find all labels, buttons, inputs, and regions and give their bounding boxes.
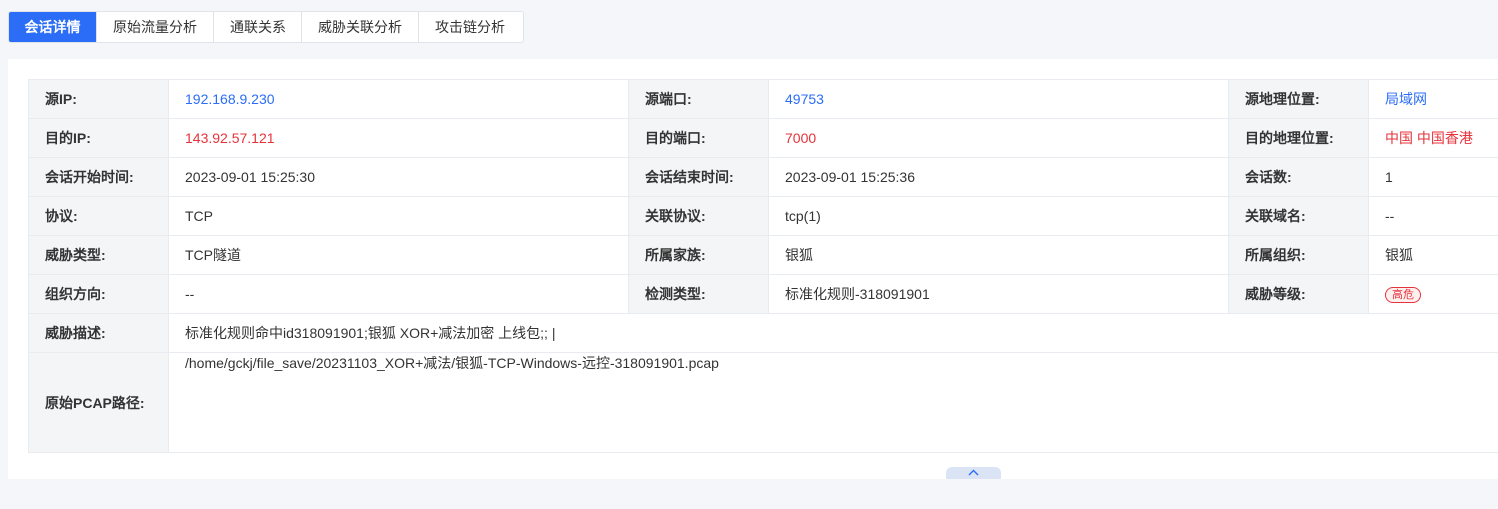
dst-port-value[interactable]: 7000	[768, 118, 1229, 158]
related-protocol-value: tcp(1)	[768, 196, 1229, 236]
organization-label: 所属组织:	[1228, 235, 1369, 275]
protocol-label: 协议:	[28, 196, 169, 236]
start-time-value: 2023-09-01 15:25:30	[168, 157, 629, 197]
protocol-value: TCP	[168, 196, 629, 236]
src-geo-label: 源地理位置:	[1228, 79, 1369, 119]
family-value: 银狐	[768, 235, 1229, 275]
src-geo-value[interactable]: 局域网	[1368, 79, 1498, 119]
related-domain-value: --	[1368, 196, 1498, 236]
table-row: 威胁类型: TCP隧道 所属家族: 银狐 所属组织: 银狐	[28, 235, 1498, 275]
dst-geo-label: 目的地理位置:	[1228, 118, 1369, 158]
dst-ip-value[interactable]: 143.92.57.121	[168, 118, 629, 158]
threat-desc-value: 标准化规则命中id318091901;银狐 XOR+减法加密 上线包;; |	[168, 313, 1498, 353]
dst-geo-value: 中国 中国香港	[1368, 118, 1498, 158]
dst-ip-label: 目的IP:	[28, 118, 169, 158]
table-row: 会话开始时间: 2023-09-01 15:25:30 会话结束时间: 2023…	[28, 157, 1498, 197]
src-ip-value[interactable]: 192.168.9.230	[168, 79, 629, 119]
tab-bar: 会话详情 原始流量分析 通联关系 威胁关联分析 攻击链分析	[8, 11, 524, 43]
detect-type-value: 标准化规则-318091901	[768, 274, 1229, 314]
tab-raw-traffic-analysis[interactable]: 原始流量分析	[97, 12, 214, 42]
threat-level-badge: 高危	[1385, 287, 1421, 303]
session-detail-table: 源IP: 192.168.9.230 源端口: 49753 源地理位置: 局域网…	[28, 79, 1498, 453]
table-row: 威胁描述: 标准化规则命中id318091901;银狐 XOR+减法加密 上线包…	[28, 313, 1498, 353]
session-detail-panel: 源IP: 192.168.9.230 源端口: 49753 源地理位置: 局域网…	[8, 59, 1498, 479]
threat-type-value: TCP隧道	[168, 235, 629, 275]
threat-level-label: 威胁等级:	[1228, 274, 1369, 314]
pcap-path-value[interactable]: /home/gckj/file_save/20231103_XOR+减法/银狐-…	[168, 352, 1498, 453]
chevron-up-icon	[968, 469, 979, 476]
tab-session-detail[interactable]: 会话详情	[9, 12, 97, 42]
start-time-label: 会话开始时间:	[28, 157, 169, 197]
pcap-path-label: 原始PCAP路径:	[28, 352, 169, 453]
table-row: 原始PCAP路径: /home/gckj/file_save/20231103_…	[28, 352, 1498, 453]
src-port-label: 源端口:	[628, 79, 769, 119]
end-time-label: 会话结束时间:	[628, 157, 769, 197]
table-row: 目的IP: 143.92.57.121 目的端口: 7000 目的地理位置: 中…	[28, 118, 1498, 158]
threat-type-label: 威胁类型:	[28, 235, 169, 275]
family-label: 所属家族:	[628, 235, 769, 275]
src-ip-label: 源IP:	[28, 79, 169, 119]
table-row: 协议: TCP 关联协议: tcp(1) 关联域名: --	[28, 196, 1498, 236]
session-count-label: 会话数:	[1228, 157, 1369, 197]
table-row: 源IP: 192.168.9.230 源端口: 49753 源地理位置: 局域网	[28, 79, 1498, 119]
detect-type-label: 检测类型:	[628, 274, 769, 314]
table-row: 组织方向: -- 检测类型: 标准化规则-318091901 威胁等级: 高危	[28, 274, 1498, 314]
threat-level-value: 高危	[1368, 274, 1498, 314]
end-time-value: 2023-09-01 15:25:36	[768, 157, 1229, 197]
org-direction-label: 组织方向:	[28, 274, 169, 314]
organization-value: 银狐	[1368, 235, 1498, 275]
tab-communication-relation[interactable]: 通联关系	[214, 12, 302, 42]
threat-desc-label: 威胁描述:	[28, 313, 169, 353]
collapse-button[interactable]	[946, 467, 1001, 479]
tab-threat-correlation[interactable]: 威胁关联分析	[302, 12, 419, 42]
related-protocol-label: 关联协议:	[628, 196, 769, 236]
session-count-value: 1	[1368, 157, 1498, 197]
org-direction-value: --	[168, 274, 629, 314]
related-domain-label: 关联域名:	[1228, 196, 1369, 236]
src-port-value[interactable]: 49753	[768, 79, 1229, 119]
dst-port-label: 目的端口:	[628, 118, 769, 158]
tab-attack-chain[interactable]: 攻击链分析	[419, 12, 523, 42]
